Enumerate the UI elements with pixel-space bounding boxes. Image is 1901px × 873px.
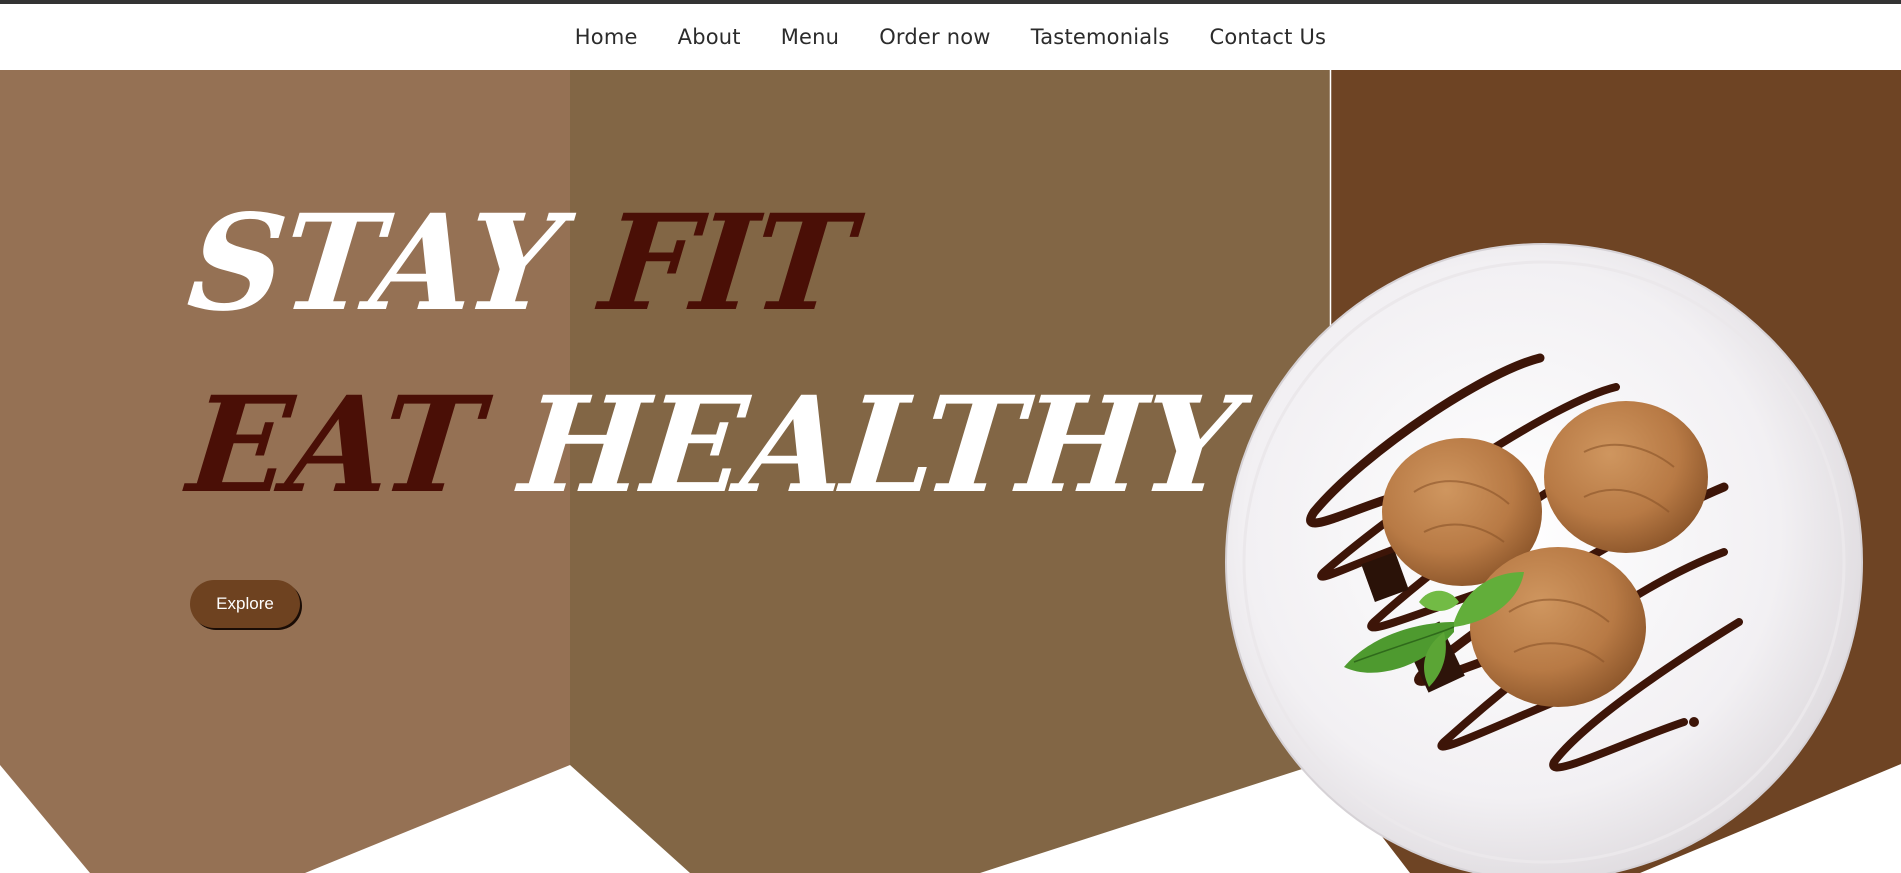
explore-button[interactable]: Explore (190, 580, 300, 628)
nav-contact-link[interactable]: Contact Us (1210, 25, 1327, 49)
hero-headline-line2: EAT HEALTHY (182, 368, 1243, 523)
main-navbar: Home About Menu Order now Tastemonials C… (0, 4, 1901, 70)
nav-testimonials-link[interactable]: Tastemonials (1031, 25, 1170, 49)
hero-headline-line1: STAY FIT (182, 186, 858, 341)
ice-cream-plate-image (1224, 242, 1864, 873)
nav-menu-link[interactable]: Menu (781, 25, 839, 49)
nav-home-link[interactable]: Home (575, 25, 638, 49)
headline-word-fit: FIT (594, 186, 859, 341)
nav-order-now-link[interactable]: Order now (879, 25, 991, 49)
headline-word-healthy: HEALTHY (513, 368, 1244, 523)
headline-word-stay: STAY (181, 186, 567, 341)
headline-word-eat: EAT (181, 368, 487, 523)
hero-section: STAY FIT EAT HEALTHY Explore (0, 70, 1901, 873)
nav-about-link[interactable]: About (678, 25, 741, 49)
